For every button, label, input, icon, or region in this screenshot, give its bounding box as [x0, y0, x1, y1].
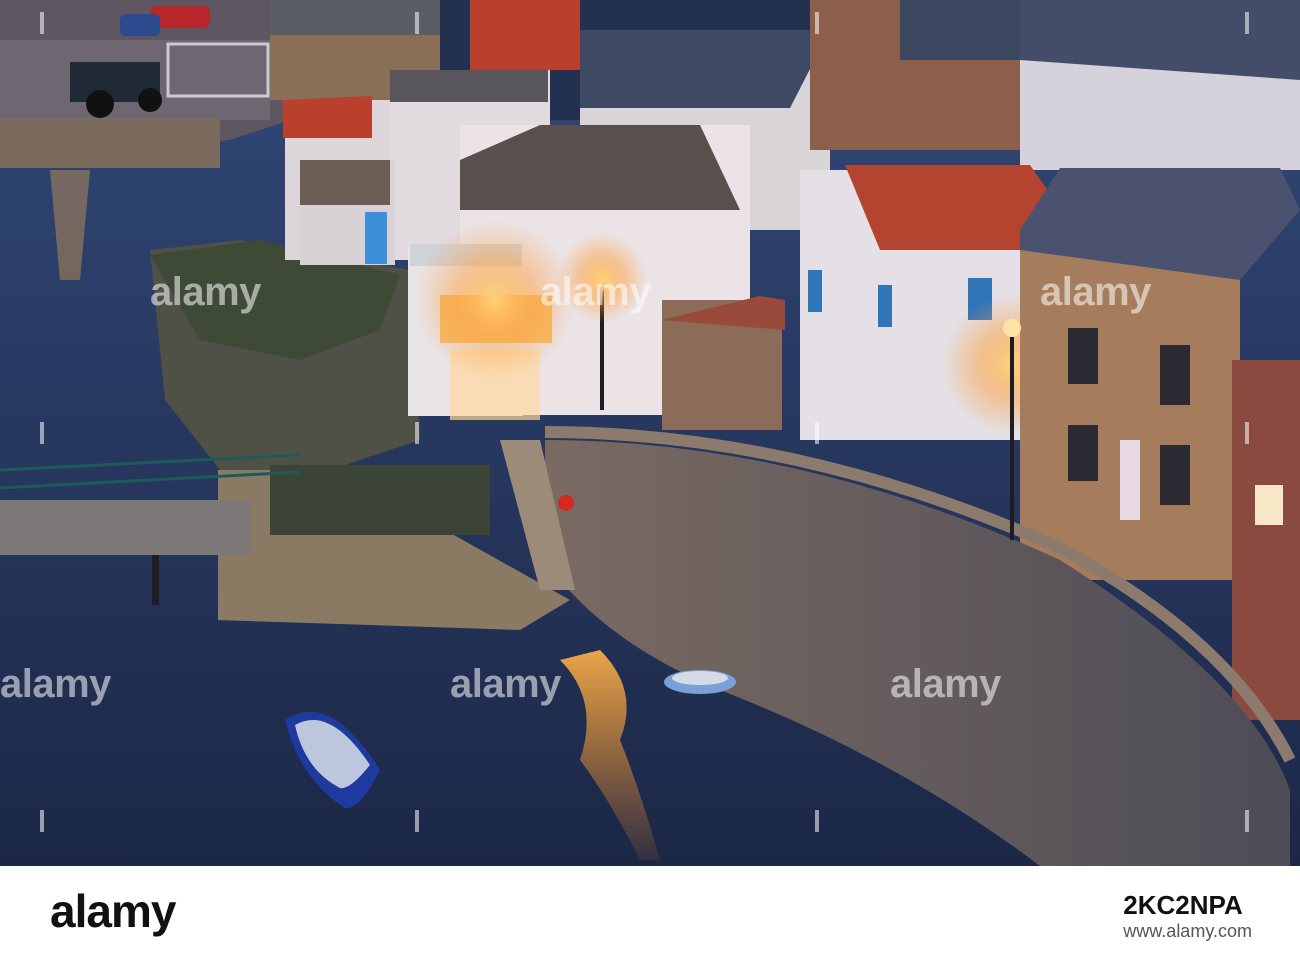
image-id: 2KC2NPA: [1123, 890, 1243, 920]
alamy-logo[interactable]: alamy: [50, 884, 176, 938]
watermark-tick: [40, 810, 44, 832]
watermark-tick: [415, 12, 419, 34]
site-url[interactable]: www.alamy.com: [1123, 921, 1252, 942]
street-lamp-light: [1003, 319, 1021, 337]
watermark-tick: [415, 422, 419, 444]
image-id-block: 2KC2NPA www.alamy.com: [1123, 890, 1252, 942]
watermark-tick: [815, 810, 819, 832]
watermark-tick: [1245, 810, 1249, 832]
watermark-text: alamy: [450, 662, 561, 706]
harbour-scene: [0, 0, 1300, 866]
watermark-text: alamy: [1040, 270, 1151, 314]
pier-vegetation: [270, 465, 490, 535]
watermark-text: alamy: [890, 662, 1001, 706]
tractor-wheel: [86, 90, 114, 118]
harbour-photo: alamy alamy alamy alamy alamy alamy: [0, 0, 1300, 866]
small-dinghy: [664, 670, 736, 694]
tractor-wheel: [138, 88, 162, 112]
watermark-tick: [815, 12, 819, 34]
brick-house-window: [1255, 485, 1283, 525]
quay-wall: [0, 118, 220, 168]
watermark-text: alamy: [0, 662, 111, 706]
watermark-tick: [40, 12, 44, 34]
watermark-tick: [1245, 422, 1249, 444]
watermark-tick: [415, 810, 419, 832]
watermark-text: alamy: [150, 270, 261, 314]
lifebuoy: [558, 495, 574, 511]
watermark-tick: [1245, 12, 1249, 34]
watermark-tick: [815, 422, 819, 444]
brick-house: [1232, 360, 1300, 720]
stock-footer: alamy 2KC2NPA www.alamy.com: [0, 866, 1300, 956]
watermark-tick: [40, 422, 44, 444]
footbridge: [0, 500, 250, 555]
street-lamp: [1010, 330, 1014, 540]
car-blue: [120, 14, 160, 36]
mooring-post: [152, 555, 159, 605]
watermark-text: alamy: [540, 270, 651, 314]
